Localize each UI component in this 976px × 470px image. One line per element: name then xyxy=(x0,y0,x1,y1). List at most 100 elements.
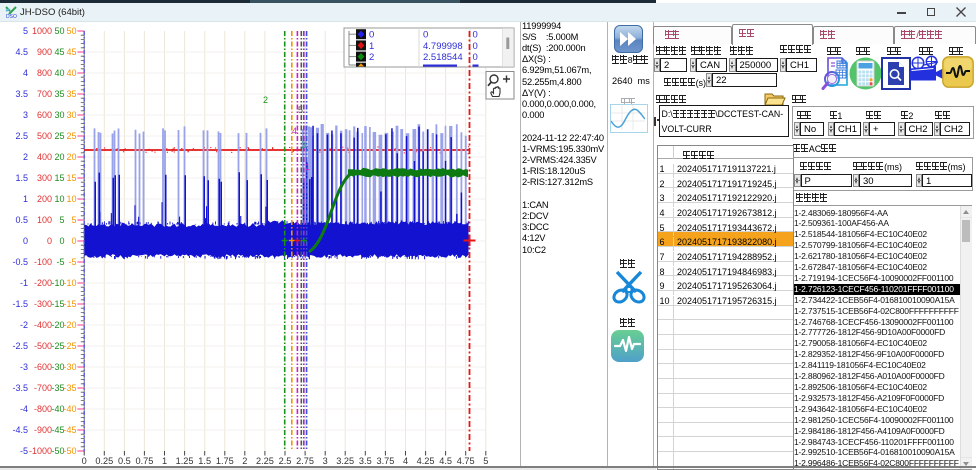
svg-text:20: 20 xyxy=(66,152,76,162)
svg-text:-700: -700 xyxy=(34,383,52,393)
svg-text:0: 0 xyxy=(473,41,478,52)
svg-text:-30: -30 xyxy=(63,362,76,372)
svg-text:-4.5: -4.5 xyxy=(12,425,28,435)
svg-text:30: 30 xyxy=(54,110,64,120)
svg-text:900: 900 xyxy=(37,47,52,57)
svg-text:-400: -400 xyxy=(34,320,52,330)
svg-text:50: 50 xyxy=(54,26,64,36)
svg-text:DSO: DSO xyxy=(6,14,17,19)
svg-text:-45: -45 xyxy=(63,425,76,435)
svg-text:4: 4 xyxy=(403,456,408,466)
svg-text:5: 5 xyxy=(298,105,303,115)
svg-text:3: 3 xyxy=(323,456,328,466)
svg-text:0: 0 xyxy=(71,236,76,246)
svg-text:200: 200 xyxy=(37,194,52,204)
svg-text:40: 40 xyxy=(54,68,64,78)
svg-text:0.5: 0.5 xyxy=(15,215,28,225)
svg-text:-10: -10 xyxy=(63,278,76,288)
svg-text:0: 0 xyxy=(82,456,87,466)
svg-text:30: 30 xyxy=(66,110,76,120)
svg-text:-200: -200 xyxy=(34,278,52,288)
svg-text:25: 25 xyxy=(54,131,64,141)
svg-text:-20: -20 xyxy=(63,320,76,330)
svg-text:-40: -40 xyxy=(63,404,76,414)
svg-text:5: 5 xyxy=(23,26,28,36)
svg-text:-500: -500 xyxy=(34,341,52,351)
svg-text:300: 300 xyxy=(37,173,52,183)
svg-text:4.25: 4.25 xyxy=(417,456,435,466)
svg-text:45: 45 xyxy=(66,47,76,57)
svg-text:400: 400 xyxy=(37,152,52,162)
svg-text:-5: -5 xyxy=(68,257,76,267)
svg-text:0: 0 xyxy=(59,236,64,246)
svg-text:100: 100 xyxy=(37,215,52,225)
svg-text:15: 15 xyxy=(54,173,64,183)
svg-text:2.5: 2.5 xyxy=(279,456,292,466)
svg-text:3.5: 3.5 xyxy=(359,456,372,466)
svg-text:40: 40 xyxy=(66,68,76,78)
svg-text:-3: -3 xyxy=(20,362,28,372)
svg-text:4: 4 xyxy=(292,126,297,136)
svg-text:2: 2 xyxy=(23,152,28,162)
svg-text:-900: -900 xyxy=(34,425,52,435)
svg-text:20: 20 xyxy=(54,152,64,162)
svg-text:10: 10 xyxy=(54,194,64,204)
svg-text:0: 0 xyxy=(369,30,374,41)
svg-text:-5: -5 xyxy=(56,257,64,267)
svg-text:4.5: 4.5 xyxy=(15,47,28,57)
svg-text:2: 2 xyxy=(263,95,268,105)
svg-text:-1.5: -1.5 xyxy=(12,299,28,309)
svg-text:2.5: 2.5 xyxy=(15,131,28,141)
svg-text:700: 700 xyxy=(37,89,52,99)
svg-text:1: 1 xyxy=(369,41,374,52)
svg-text:3.75: 3.75 xyxy=(376,456,394,466)
svg-text:3.25: 3.25 xyxy=(336,456,354,466)
svg-text:5: 5 xyxy=(71,215,76,225)
svg-text:800: 800 xyxy=(37,68,52,78)
svg-text:-100: -100 xyxy=(34,257,52,267)
svg-text:-1: -1 xyxy=(20,278,28,288)
svg-text:-4: -4 xyxy=(20,404,28,414)
svg-text:-25: -25 xyxy=(63,341,76,351)
svg-text:25: 25 xyxy=(66,131,76,141)
svg-text:2.518544: 2.518544 xyxy=(423,52,463,63)
svg-text:2: 2 xyxy=(369,52,374,63)
svg-text:50: 50 xyxy=(66,26,76,36)
svg-text:0: 0 xyxy=(473,52,478,63)
svg-text:500: 500 xyxy=(37,131,52,141)
svg-text:0.75: 0.75 xyxy=(135,456,153,466)
svg-text:0: 0 xyxy=(473,30,478,41)
svg-text:5: 5 xyxy=(483,456,488,466)
svg-text:0.5: 0.5 xyxy=(118,456,131,466)
svg-text:1.25: 1.25 xyxy=(176,456,194,466)
svg-text:4.75: 4.75 xyxy=(457,456,475,466)
svg-text:1: 1 xyxy=(23,194,28,204)
svg-text:-0.5: -0.5 xyxy=(12,257,28,267)
svg-text:0: 0 xyxy=(423,30,428,41)
svg-text:-600: -600 xyxy=(34,362,52,372)
svg-text:4: 4 xyxy=(23,68,28,78)
svg-text:1.75: 1.75 xyxy=(216,456,234,466)
svg-text:4.5: 4.5 xyxy=(439,456,452,466)
svg-text:3.5: 3.5 xyxy=(15,89,28,99)
svg-text:1: 1 xyxy=(162,456,167,466)
svg-text:-1000: -1000 xyxy=(29,446,52,456)
svg-text:3: 3 xyxy=(301,140,306,150)
svg-text:-15: -15 xyxy=(63,299,76,309)
svg-text:0: 0 xyxy=(23,236,28,246)
svg-text:1.5: 1.5 xyxy=(198,456,211,466)
svg-text:2: 2 xyxy=(242,456,247,466)
svg-text:4.799998: 4.799998 xyxy=(423,41,463,52)
svg-text:35: 35 xyxy=(54,89,64,99)
svg-text:35: 35 xyxy=(66,89,76,99)
svg-text:-3.5: -3.5 xyxy=(12,383,28,393)
svg-text:45: 45 xyxy=(54,47,64,57)
svg-text:0: 0 xyxy=(47,236,52,246)
svg-text:0.25: 0.25 xyxy=(95,456,113,466)
svg-text:-2.5: -2.5 xyxy=(12,341,28,351)
svg-text:-2: -2 xyxy=(20,320,28,330)
svg-text:2.25: 2.25 xyxy=(256,456,274,466)
svg-text:-300: -300 xyxy=(34,299,52,309)
svg-text:-800: -800 xyxy=(34,404,52,414)
svg-text:600: 600 xyxy=(37,110,52,120)
